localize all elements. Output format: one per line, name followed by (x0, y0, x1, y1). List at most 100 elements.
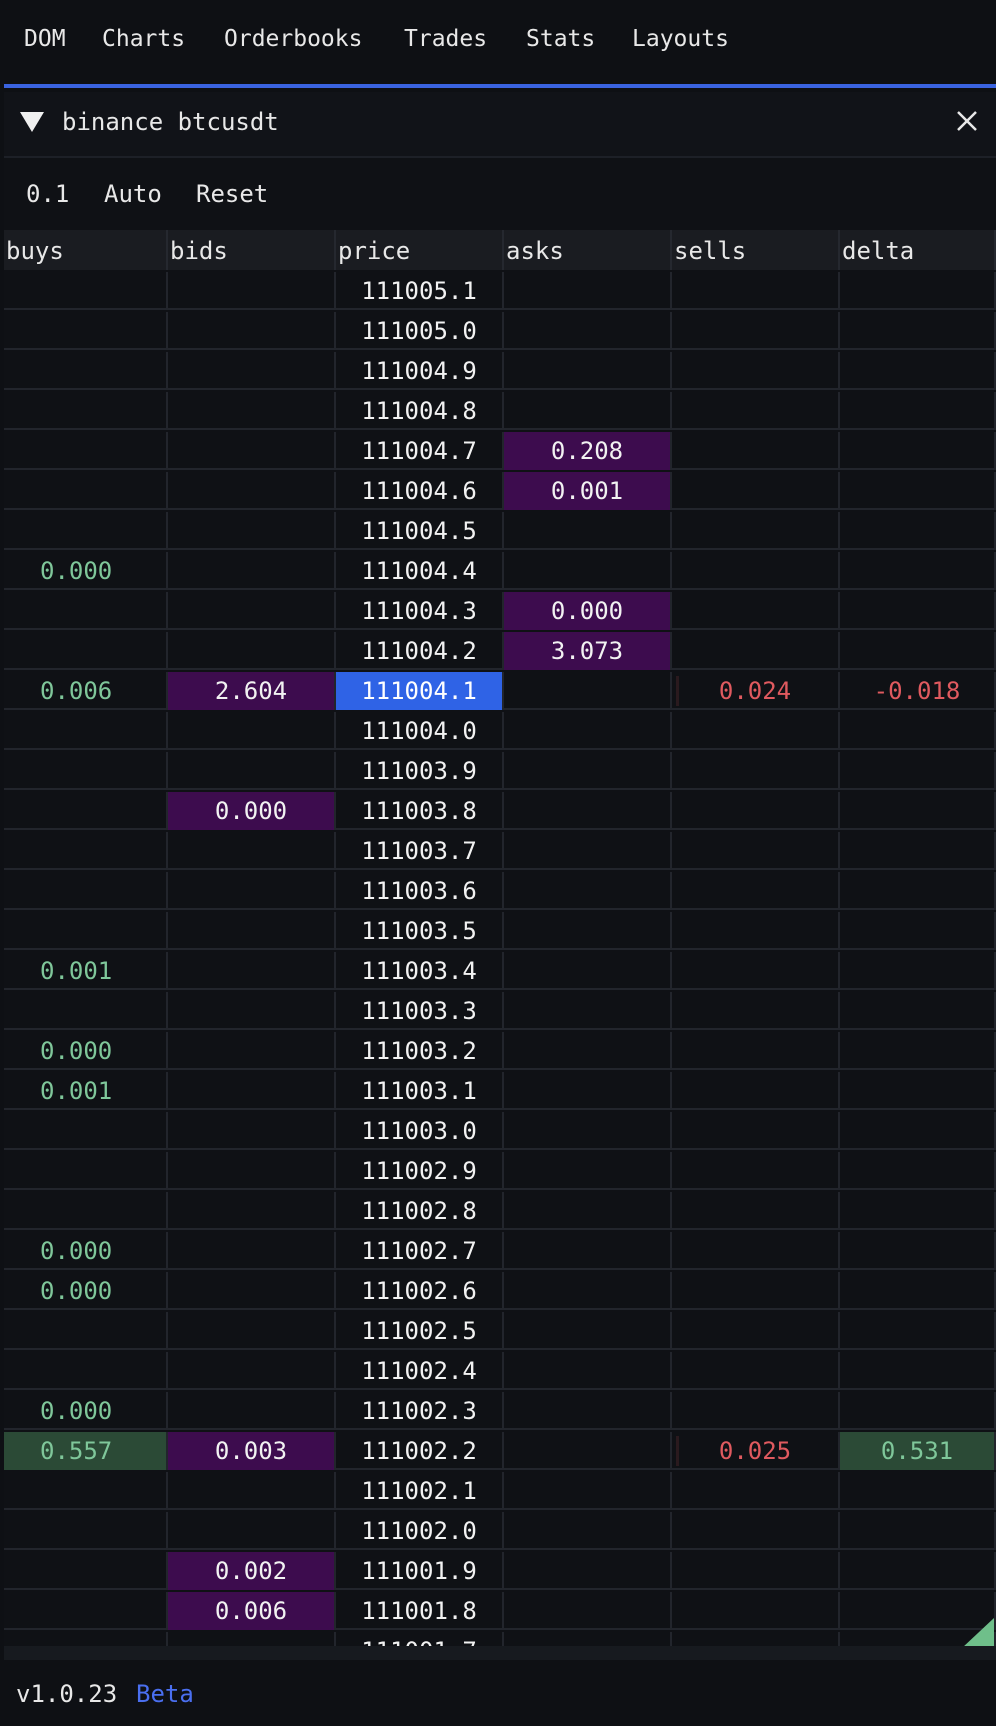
asks-cell[interactable] (504, 1472, 672, 1510)
delta-cell[interactable] (840, 1392, 996, 1430)
table-row[interactable]: 111004.0 (4, 712, 996, 750)
delta-cell[interactable] (840, 712, 996, 750)
table-row[interactable]: 111005.0 (4, 312, 996, 350)
bids-cell[interactable] (168, 1392, 336, 1430)
delta-cell[interactable]: -0.018 (840, 672, 996, 710)
sells-cell[interactable] (672, 1072, 840, 1110)
delta-cell[interactable] (840, 1152, 996, 1190)
buys-cell[interactable] (4, 312, 168, 350)
delta-cell[interactable] (840, 512, 996, 550)
sells-cell[interactable] (672, 1272, 840, 1310)
sells-cell[interactable] (672, 1352, 840, 1390)
buys-cell[interactable] (4, 832, 168, 870)
bids-cell[interactable]: 2.604 (168, 672, 336, 710)
asks-cell[interactable] (504, 952, 672, 990)
bids-cell[interactable] (168, 392, 336, 430)
asks-cell[interactable] (504, 872, 672, 910)
buys-cell[interactable]: 0.000 (4, 552, 168, 590)
bids-cell[interactable] (168, 512, 336, 550)
bids-cell[interactable] (168, 912, 336, 950)
price-cell[interactable]: 111001.9 (336, 1552, 504, 1590)
buys-cell[interactable]: 0.557 (4, 1432, 168, 1470)
price-cell[interactable]: 111004.0 (336, 712, 504, 750)
asks-cell[interactable] (504, 832, 672, 870)
buys-cell[interactable] (4, 712, 168, 750)
delta-cell[interactable] (840, 1112, 996, 1150)
table-row[interactable]: 111004.6 0.001 (4, 472, 996, 510)
price-cell[interactable]: 111003.4 (336, 952, 504, 990)
asks-cell[interactable] (504, 1432, 672, 1470)
sells-cell[interactable] (672, 632, 840, 670)
delta-cell[interactable] (840, 1272, 996, 1310)
reset-button[interactable]: Reset (196, 180, 268, 208)
resize-handle-icon[interactable] (962, 1618, 994, 1646)
asks-cell[interactable] (504, 1032, 672, 1070)
bids-cell[interactable] (168, 832, 336, 870)
delta-cell[interactable] (840, 1192, 996, 1230)
price-cell[interactable]: 111003.3 (336, 992, 504, 1030)
asks-cell[interactable] (504, 1312, 672, 1350)
sells-cell[interactable] (672, 352, 840, 390)
menu-trades[interactable]: Trades (404, 26, 487, 52)
menu-orderbooks[interactable]: Orderbooks (224, 26, 362, 52)
bids-cell[interactable] (168, 1032, 336, 1070)
bids-cell[interactable] (168, 312, 336, 350)
sells-cell[interactable] (672, 1232, 840, 1270)
sells-cell[interactable] (672, 872, 840, 910)
asks-cell[interactable] (504, 1152, 672, 1190)
delta-cell[interactable] (840, 632, 996, 670)
sells-cell[interactable] (672, 1592, 840, 1630)
sells-cell[interactable] (672, 1512, 840, 1550)
asks-cell[interactable] (504, 912, 672, 950)
delta-cell[interactable] (840, 1352, 996, 1390)
asks-cell[interactable] (504, 1352, 672, 1390)
buys-cell[interactable] (4, 1192, 168, 1230)
price-cell[interactable]: 111002.6 (336, 1272, 504, 1310)
table-row[interactable]: 111002.0 (4, 1512, 996, 1550)
horizontal-scrollbar[interactable] (4, 1646, 996, 1660)
asks-cell[interactable] (504, 1072, 672, 1110)
delta-cell[interactable] (840, 792, 996, 830)
price-cell[interactable]: 111005.1 (336, 272, 504, 310)
delta-cell[interactable] (840, 912, 996, 950)
asks-cell[interactable] (504, 512, 672, 550)
table-row[interactable]: 111002.5 (4, 1312, 996, 1350)
asks-cell[interactable] (504, 1112, 672, 1150)
price-cell[interactable]: 111002.8 (336, 1192, 504, 1230)
sells-cell[interactable] (672, 792, 840, 830)
delta-cell[interactable] (840, 1552, 996, 1590)
bids-cell[interactable] (168, 1112, 336, 1150)
table-row[interactable]: 111003.5 (4, 912, 996, 950)
asks-cell[interactable]: 3.073 (504, 632, 672, 670)
delta-cell[interactable] (840, 952, 996, 990)
delta-cell[interactable] (840, 552, 996, 590)
price-cell[interactable]: 111001.8 (336, 1592, 504, 1630)
asks-cell[interactable] (504, 992, 672, 1030)
price-cell[interactable]: 111004.9 (336, 352, 504, 390)
delta-cell[interactable] (840, 592, 996, 630)
price-cell[interactable]: 111001.7 (336, 1632, 504, 1646)
price-cell[interactable]: 111003.6 (336, 872, 504, 910)
bids-cell[interactable] (168, 632, 336, 670)
delta-cell[interactable] (840, 352, 996, 390)
sells-cell[interactable] (672, 312, 840, 350)
buys-cell[interactable]: 0.000 (4, 1272, 168, 1310)
asks-cell[interactable]: 0.000 (504, 592, 672, 630)
asks-cell[interactable] (504, 672, 672, 710)
asks-cell[interactable] (504, 792, 672, 830)
buys-cell[interactable] (4, 1512, 168, 1550)
buys-cell[interactable] (4, 592, 168, 630)
price-cell[interactable]: 111002.1 (336, 1472, 504, 1510)
buys-cell[interactable] (4, 1152, 168, 1190)
bids-cell[interactable] (168, 1632, 336, 1646)
bids-cell[interactable] (168, 1512, 336, 1550)
delta-cell[interactable] (840, 1032, 996, 1070)
sells-cell[interactable] (672, 1312, 840, 1350)
delta-cell[interactable] (840, 752, 996, 790)
table-row[interactable]: 111002.9 (4, 1152, 996, 1190)
bids-cell[interactable] (168, 872, 336, 910)
price-cell[interactable]: 111004.7 (336, 432, 504, 470)
header-asks[interactable]: asks (504, 230, 672, 270)
bids-cell[interactable] (168, 1312, 336, 1350)
header-buys[interactable]: buys (4, 230, 168, 270)
